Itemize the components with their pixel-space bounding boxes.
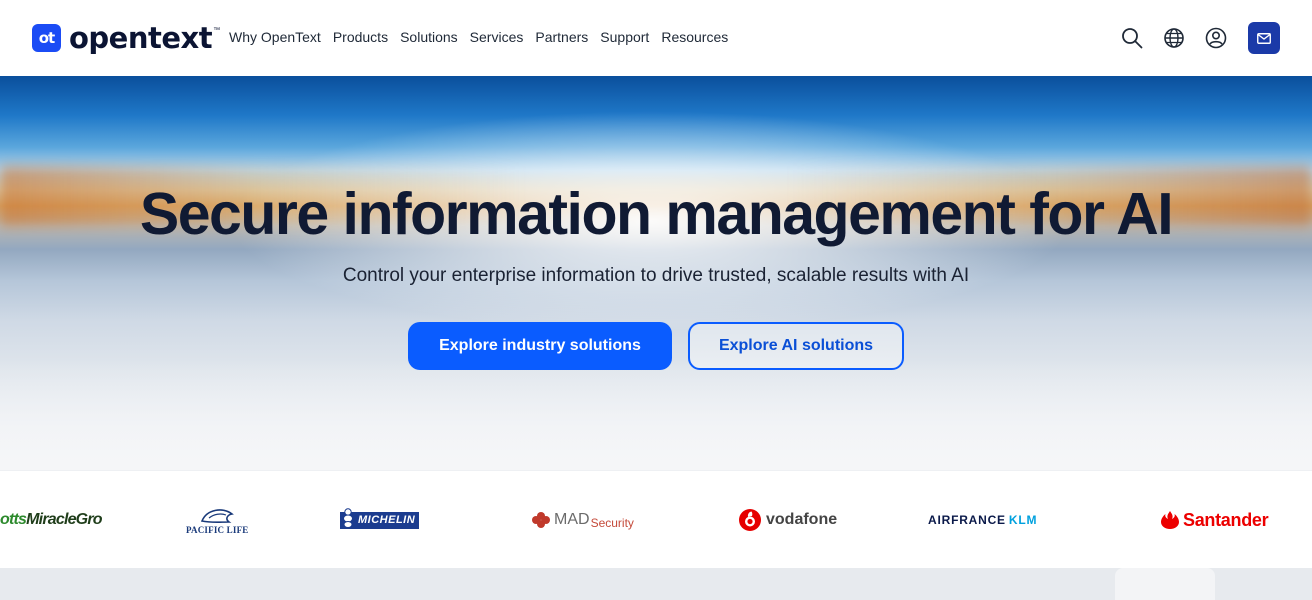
customer-logo-strip: otts MiracleGro PACIFIC LIFE MICHELIN MAD…	[0, 470, 1312, 568]
michelin-box: MICHELIN	[340, 507, 420, 529]
hero-background-fade	[0, 360, 1312, 470]
logo-mark: ot	[32, 24, 61, 52]
next-section	[0, 568, 1312, 600]
user-icon[interactable]	[1204, 26, 1228, 50]
search-icon[interactable]	[1120, 26, 1144, 50]
nav-support[interactable]: Support	[600, 29, 649, 45]
next-section-card	[1115, 568, 1215, 600]
michelin-man-icon	[343, 507, 353, 528]
scotts-name: MiracleGro	[26, 511, 102, 528]
logo-wordmark: opentext	[69, 21, 213, 55]
logo-trademark: ™	[213, 27, 221, 34]
globe-icon[interactable]	[1162, 26, 1186, 50]
hero-subtitle: Control your enterprise information to d…	[342, 265, 970, 286]
scotts-miracle-gro-logo: otts MiracleGro	[0, 471, 103, 569]
mad-security-logo: MAD Security	[530, 471, 634, 569]
nav-solutions[interactable]: Solutions	[400, 29, 458, 45]
main-nav: Why OpenText Products Solutions Services…	[229, 29, 728, 45]
vodafone-text: vodafone	[766, 511, 838, 528]
opentext-logo[interactable]: ot opentext ™	[32, 21, 221, 55]
santander-flame-icon	[1161, 511, 1179, 529]
pacific-life-logo: PACIFIC LIFE	[186, 471, 249, 569]
contact-button[interactable]	[1248, 22, 1280, 54]
explore-industry-solutions-button[interactable]: Explore industry solutions	[408, 322, 672, 370]
scotts-prefix: otts	[0, 511, 27, 528]
mad-security-hex-icon	[532, 512, 550, 528]
nav-services[interactable]: Services	[470, 29, 524, 45]
explore-ai-solutions-button[interactable]: Explore AI solutions	[688, 322, 904, 370]
michelin-text: MICHELIN	[358, 513, 416, 526]
pacific-life-whale-icon	[201, 509, 235, 524]
header-actions	[1120, 22, 1280, 54]
nav-products[interactable]: Products	[333, 29, 388, 45]
pacific-life-text: PACIFIC LIFE	[186, 525, 249, 535]
mad-security-suffix: Security	[590, 516, 634, 530]
klm-text: KLM	[1008, 513, 1038, 527]
nav-partners[interactable]: Partners	[535, 29, 588, 45]
mad-security-main: MAD	[554, 511, 590, 528]
vodafone-speechmark-icon	[739, 509, 761, 531]
hero-title: Secure information management for AI	[139, 181, 1174, 247]
airfrance-text: AIRFRANCE	[928, 513, 1006, 527]
vodafone-logo: vodafone	[738, 471, 837, 569]
santander-text: Santander	[1183, 509, 1269, 530]
hero-section: Secure information management for AI Con…	[0, 76, 1312, 470]
site-header: ot opentext ™ Why OpenText Products Solu…	[0, 0, 1312, 76]
nav-resources[interactable]: Resources	[661, 29, 728, 45]
santander-logo: Santander	[1160, 471, 1269, 569]
mail-icon	[1257, 32, 1271, 44]
airfrance-klm-logo: AIRFRANCE KLM	[928, 471, 1037, 569]
michelin-logo: MICHELIN	[340, 471, 420, 569]
nav-why-opentext[interactable]: Why OpenText	[229, 29, 321, 45]
